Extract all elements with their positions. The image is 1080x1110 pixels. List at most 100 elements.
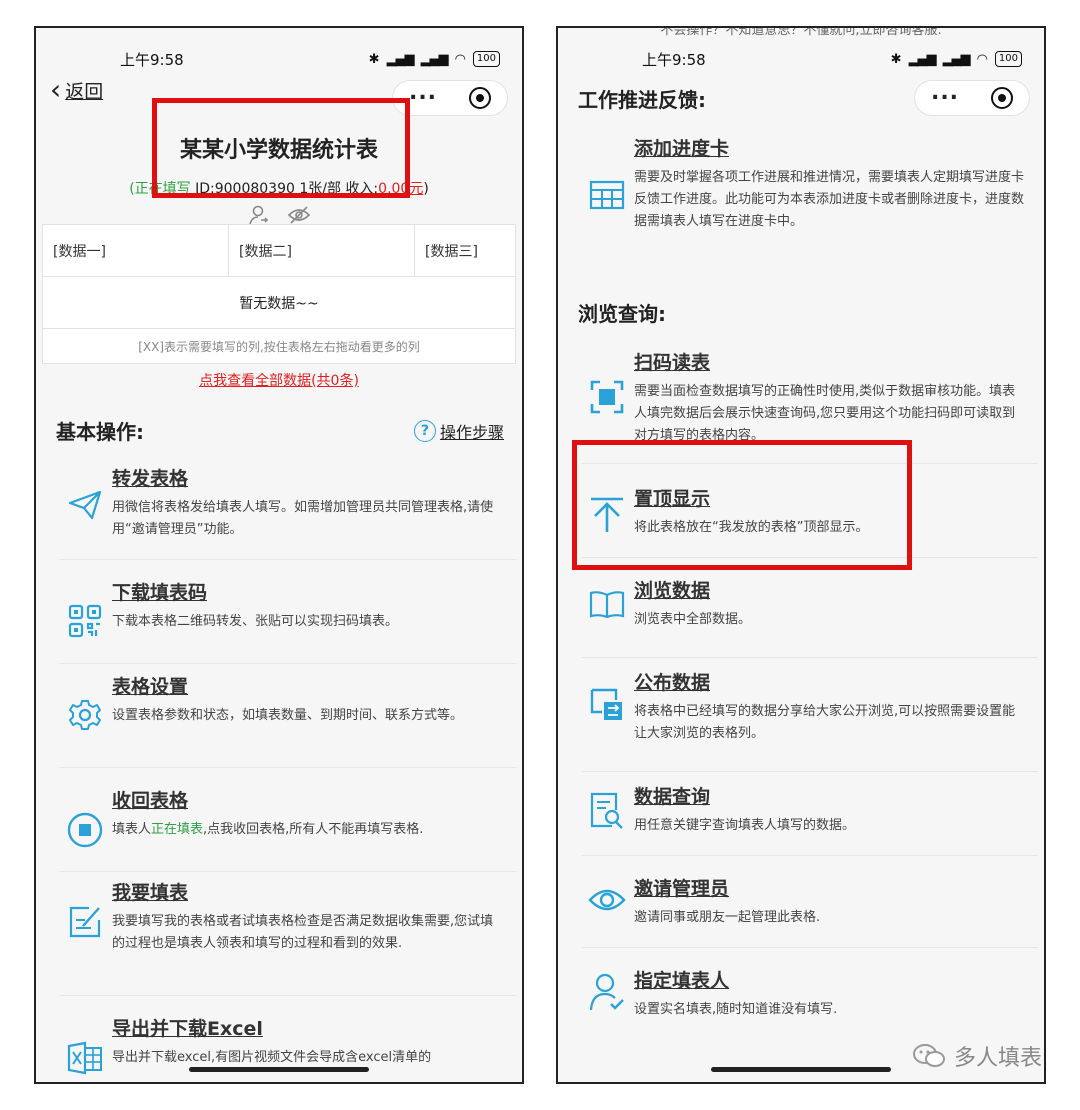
table-header-cell: [数据三] — [425, 243, 478, 260]
item-invite-admin[interactable]: 邀请管理员 邀请同事或朋友一起管理此表格. — [582, 866, 1038, 948]
item-desc: 下载本表格二维码转发、张贴可以实现扫码填表。 — [112, 614, 399, 629]
more-icon[interactable]: ... — [409, 82, 437, 108]
status-time: 上午9:58 — [120, 50, 184, 69]
back-button[interactable]: ‹ 返回 — [50, 76, 103, 104]
edit-icon — [60, 870, 110, 995]
help-label: 操作步骤 — [439, 422, 504, 442]
desc-pre: 填表人 — [112, 822, 152, 837]
wifi-icon: ◠ — [454, 51, 466, 67]
table-header: [数据一] [数据二] [数据三] — [43, 225, 515, 277]
highlight-box-pin-top — [572, 440, 912, 570]
item-desc: 填表人正在填表,点我收回表格,所有人不能再填写表格. — [112, 819, 506, 841]
battery-icon: 100 — [472, 51, 500, 67]
item-desc: 浏览表中全部数据。 — [634, 612, 752, 627]
stop-icon — [60, 778, 110, 871]
item-recall-form[interactable]: 收回表格 填表人正在填表,点我收回表格,所有人不能再填写表格. — [60, 778, 516, 872]
item-desc: 将表格中已经填写的数据分享给大家公开浏览,可以按照需要设置能让大家浏览的表格列。 — [634, 704, 1016, 741]
item-form-settings[interactable]: 表格设置 设置表格参数和状态，如填表数量、到期时间、联系方式等。 — [60, 664, 516, 768]
signal-icon-2: ▂▄▆ — [942, 51, 971, 67]
user-arrow-icon[interactable] — [247, 204, 269, 226]
item-desc: 邀请同事或朋友一起管理此表格. — [634, 910, 821, 925]
data-table[interactable]: [数据一] [数据二] [数据三] 暂无数据~~ [XX]表示需要填写的列,按住… — [42, 224, 516, 364]
book-icon — [582, 568, 632, 657]
desc-post: ,点我收回表格,所有人不能再填写表格. — [203, 822, 424, 837]
item-title: 导出并下载Excel — [112, 1018, 263, 1040]
gear-icon — [60, 664, 110, 767]
bluetooth-icon: ✱ — [368, 51, 380, 67]
meta-close-paren: ) — [423, 181, 429, 197]
battery-icon: 100 — [994, 51, 1022, 67]
section-browse-query: 浏览查询: — [578, 298, 1026, 327]
table-empty-row: 暂无数据~~ — [43, 277, 515, 329]
item-desc: 导出并下载excel,有图片视频文件会导成含excel清单的 — [112, 1050, 432, 1065]
wechat-logo-icon — [912, 1044, 945, 1067]
signal-icon: ▂▄▆ — [908, 51, 937, 67]
item-desc: 设置实名填表,随时知道谁没有填写. — [634, 1002, 838, 1017]
section-basic-operations: 基本操作: ? 操作步骤 — [56, 416, 504, 445]
item-title: 下载填表码 — [112, 582, 208, 604]
excel-icon — [60, 1006, 110, 1082]
item-forward-form[interactable]: 转发表格 用微信将表格发给填表人填写。如需增加管理员共同管理表格,请使用“邀请管… — [60, 456, 516, 560]
watermark-text: 多人填表 — [953, 1046, 1042, 1071]
item-export-excel[interactable]: 导出并下载Excel 导出并下载excel,有图片视频文件会导成含excel清单… — [60, 1006, 516, 1082]
document-search-icon — [582, 774, 632, 855]
send-icon — [60, 456, 110, 559]
qrcode-icon — [60, 570, 110, 663]
status-icons: ✱ ▂▄▆ ▂▄▆ ◠ 100 — [891, 51, 1022, 67]
item-desc: 需要当面检查数据填写的正确性时使用,类似于数据审核功能。填表人填完数据后会展示快… — [634, 384, 1016, 443]
home-indicator — [711, 1067, 891, 1072]
item-title: 公布数据 — [634, 672, 711, 694]
bluetooth-icon: ✱ — [890, 51, 902, 67]
status-time: 上午9:58 — [642, 50, 706, 69]
section-title: 基本操作: — [56, 420, 144, 444]
table-header-cell: [数据二] — [229, 225, 415, 276]
item-fill-form[interactable]: 我要填表 我要填写我的表格或者试填表格检查是否满足数据收集需要,您试填的过程也是… — [60, 870, 516, 996]
table-grid-icon — [582, 126, 632, 276]
item-title: 扫码读表 — [634, 352, 711, 374]
item-title: 指定填表人 — [634, 970, 730, 992]
status-bar: 上午9:58 ✱ ▂▄▆ ▂▄▆ ◠ 100 — [558, 42, 1044, 76]
desc-status: 正在填表 — [151, 822, 204, 837]
item-publish-data[interactable]: 公布数据 将表格中已经填写的数据分享给大家公开浏览,可以按照需要设置能让大家浏览… — [582, 660, 1038, 772]
item-desc: 设置表格参数和状态，如填表数量、到期时间、联系方式等。 — [112, 708, 464, 723]
section-title: 浏览查询: — [578, 302, 666, 326]
header-icons — [36, 204, 522, 226]
wifi-icon: ◠ — [976, 51, 988, 67]
item-title: 浏览数据 — [634, 580, 711, 602]
item-title: 我要填表 — [112, 882, 189, 904]
back-label: 返回 — [65, 80, 104, 103]
highlight-box-title — [152, 98, 410, 198]
section-title: 工作推进反馈: — [578, 88, 706, 112]
home-indicator — [189, 1067, 369, 1072]
question-icon: ? — [413, 419, 436, 442]
view-all-data-link[interactable]: 点我查看全部数据(共0条) — [36, 370, 522, 390]
watermark: 多人填表 — [912, 1040, 1042, 1072]
item-title: 添加进度卡 — [634, 138, 730, 160]
help-steps-link[interactable]: ? 操作步骤 — [413, 419, 504, 443]
chevron-left-icon: ‹ — [50, 73, 62, 106]
item-add-progress-card[interactable]: 添加进度卡 需要及时掌握各项工作进展和推进情况，需要填表人定期填写进度卡反馈工作… — [582, 126, 1038, 276]
item-title: 数据查询 — [634, 786, 711, 808]
signal-icon-2: ▂▄▆ — [420, 51, 449, 67]
item-assign-filler[interactable]: 指定填表人 设置实名填表,随时知道谁没有填写. — [582, 958, 1038, 1044]
item-download-qr[interactable]: 下载填表码 下载本表格二维码转发、张贴可以实现扫码填表。 — [60, 570, 516, 664]
item-title: 邀请管理员 — [634, 878, 730, 900]
status-bar: 上午9:58 ✱ ▂▄▆ ▂▄▆ ◠ 100 — [36, 42, 522, 76]
item-title: 转发表格 — [112, 468, 189, 490]
status-icons: ✱ ▂▄▆ ▂▄▆ ◠ 100 — [369, 51, 500, 67]
eye-icon — [582, 866, 632, 947]
top-help-text: 不会操作？不知道意思？不懂就问,立即咨询客服. — [660, 28, 942, 38]
section-progress-feedback: 工作推进反馈: — [578, 84, 1026, 113]
share-screen-icon — [582, 660, 632, 771]
table-hint: [XX]表示需要填写的列,按住表格左右拖动看更多的列 — [138, 339, 420, 354]
signal-icon: ▂▄▆ — [386, 51, 415, 67]
item-desc: 用任意关键字查询填表人填写的数据。 — [634, 818, 856, 833]
item-data-query[interactable]: 数据查询 用任意关键字查询填表人填写的数据。 — [582, 774, 1038, 856]
eye-off-icon[interactable] — [287, 204, 311, 226]
item-title: 表格设置 — [112, 676, 189, 698]
user-check-icon — [582, 958, 632, 1044]
item-desc: 需要及时掌握各项工作进展和推进情况，需要填表人定期填写进度卡反馈工作进度。此功能… — [634, 170, 1025, 229]
item-title: 收回表格 — [112, 790, 189, 812]
item-browse-data[interactable]: 浏览数据 浏览表中全部数据。 — [582, 568, 1038, 658]
close-target-icon[interactable] — [469, 87, 491, 109]
